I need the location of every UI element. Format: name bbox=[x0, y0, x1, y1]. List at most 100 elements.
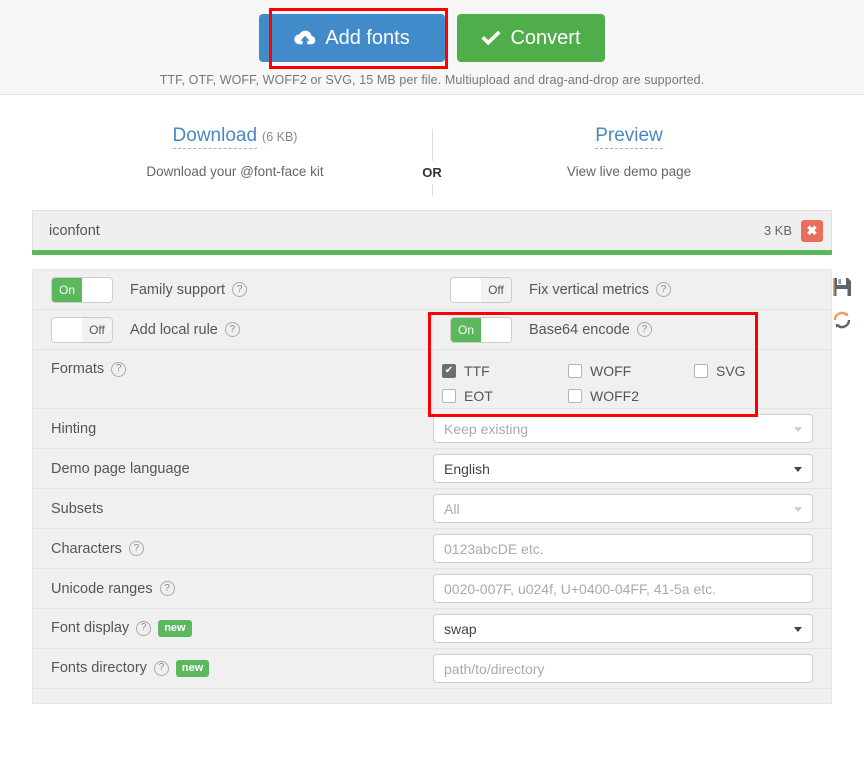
base64-encode-toggle[interactable]: On bbox=[450, 316, 512, 343]
base64-encode-toggle-off bbox=[481, 317, 511, 342]
toolbar-button-row: Add fonts Convert bbox=[0, 0, 864, 62]
format-checkbox-woff[interactable]: WOFF bbox=[568, 363, 694, 379]
help-icon[interactable]: ? bbox=[232, 282, 248, 297]
fonts-directory-label-text: Fonts directory bbox=[51, 660, 147, 677]
help-icon[interactable]: ? bbox=[656, 282, 672, 297]
checkbox-icon[interactable] bbox=[442, 388, 456, 403]
unicode-ranges-label: Unicode ranges ? bbox=[33, 581, 433, 597]
check-icon bbox=[481, 30, 502, 46]
download-column: Download (6 KB) Download your @font-face … bbox=[70, 125, 400, 179]
download-link[interactable]: Download bbox=[172, 125, 258, 149]
field-row-font-display: Font display ? new swap bbox=[33, 609, 831, 649]
add-local-rule-toggle-off: Off bbox=[82, 317, 112, 342]
help-icon[interactable]: ? bbox=[636, 322, 652, 337]
help-icon[interactable]: ? bbox=[136, 620, 152, 636]
checkbox-icon[interactable] bbox=[442, 363, 456, 378]
format-checkbox-woff2[interactable]: WOFF2 bbox=[568, 388, 694, 404]
convert-label: Convert bbox=[510, 27, 581, 49]
checkbox-icon[interactable] bbox=[694, 363, 708, 378]
preview-column: Preview View live demo page bbox=[464, 125, 794, 179]
demo-page-language-label: Demo page language bbox=[33, 461, 433, 477]
font-display-select[interactable]: swap bbox=[433, 614, 813, 643]
subsets-label-text: Subsets bbox=[51, 500, 104, 517]
hinting-select-value: Keep existing bbox=[444, 420, 529, 437]
result-actions: Download (6 KB) Download your @font-face … bbox=[0, 95, 864, 210]
format-checkbox-eot[interactable]: EOT bbox=[442, 388, 568, 404]
font-display-label-text: Font display bbox=[51, 620, 130, 637]
hinting-label-text: Hinting bbox=[51, 420, 97, 437]
demo-page-language-select-value: English bbox=[444, 460, 490, 477]
fix-vertical-metrics-toggle-on bbox=[451, 277, 481, 302]
file-size: 3 KB bbox=[763, 223, 792, 238]
convert-button[interactable]: Convert bbox=[457, 14, 605, 62]
format-checkbox-svg[interactable]: SVG bbox=[694, 363, 831, 379]
fix-vertical-metrics-cell: Off Fix vertical metrics ? bbox=[432, 270, 831, 309]
help-icon[interactable]: ? bbox=[224, 322, 240, 337]
checkbox-icon[interactable] bbox=[568, 363, 582, 378]
demo-page-language-control: English bbox=[433, 454, 831, 483]
fix-vertical-metrics-toggle[interactable]: Off bbox=[450, 276, 512, 303]
fonts-directory-label: Fonts directory ? new bbox=[33, 660, 433, 677]
field-row-hinting: Hinting Keep existing bbox=[33, 409, 831, 449]
download-size: (6 KB) bbox=[262, 130, 298, 144]
formats-checkbox-group: TTF WOFF SVG EOT WOFF2 bbox=[432, 350, 831, 408]
add-fonts-button[interactable]: Add fonts bbox=[259, 14, 445, 62]
family-support-toggle[interactable]: On bbox=[51, 276, 113, 303]
fix-vertical-metrics-label: Fix vertical metrics ? bbox=[529, 281, 672, 298]
format-label: WOFF2 bbox=[590, 387, 639, 404]
subsets-select-value: All bbox=[444, 500, 460, 517]
characters-input[interactable] bbox=[433, 534, 813, 563]
cloud-upload-icon bbox=[294, 29, 316, 47]
remove-file-icon[interactable]: ✖ bbox=[801, 219, 823, 242]
save-icon[interactable] bbox=[831, 276, 853, 298]
settings-row-1: On Family support ? Off Fix vertical met… bbox=[33, 270, 831, 310]
family-support-toggle-on: On bbox=[52, 277, 82, 302]
subsets-select[interactable]: All bbox=[433, 494, 813, 523]
add-local-rule-cell: Off Add local rule ? bbox=[33, 310, 432, 349]
format-label: SVG bbox=[716, 362, 746, 379]
unicode-ranges-input[interactable] bbox=[433, 574, 813, 603]
base64-encode-cell: On Base64 encode ? bbox=[432, 310, 831, 349]
formats-grid: TTF WOFF SVG EOT WOFF2 bbox=[442, 358, 831, 408]
add-local-rule-toggle[interactable]: Off bbox=[51, 316, 113, 343]
format-label: TTF bbox=[464, 362, 490, 379]
fonts-directory-input[interactable] bbox=[433, 654, 813, 683]
subsets-control: All bbox=[433, 494, 831, 523]
preview-subtitle: View live demo page bbox=[566, 164, 692, 179]
settings-side-actions bbox=[831, 276, 857, 331]
formats-label: Formats ? bbox=[51, 361, 432, 377]
characters-label-text: Characters bbox=[51, 540, 122, 557]
help-icon[interactable]: ? bbox=[159, 581, 175, 596]
file-name: iconfont bbox=[49, 222, 100, 239]
fix-vertical-metrics-label-text: Fix vertical metrics bbox=[529, 281, 650, 298]
formats-label-cell: Formats ? bbox=[33, 350, 432, 377]
preview-link[interactable]: Preview bbox=[595, 125, 663, 149]
upload-progress-bar bbox=[32, 250, 832, 255]
hinting-control: Keep existing bbox=[433, 414, 831, 443]
reset-icon[interactable] bbox=[831, 309, 853, 331]
chevron-down-icon bbox=[794, 506, 802, 512]
fonts-directory-control bbox=[433, 654, 831, 683]
upload-hint-text: TTF, OTF, WOFF, WOFF2 or SVG, 15 MB per … bbox=[159, 73, 705, 87]
hinting-select[interactable]: Keep existing bbox=[433, 414, 813, 443]
add-local-rule-label-text: Add local rule bbox=[130, 321, 218, 338]
fix-vertical-metrics-toggle-off: Off bbox=[481, 277, 511, 302]
help-icon[interactable]: ? bbox=[153, 660, 169, 676]
demo-page-language-select[interactable]: English bbox=[433, 454, 813, 483]
settings-panel: On Family support ? Off Fix vertical met… bbox=[32, 269, 851, 704]
top-toolbar: Add fonts Convert TTF, OTF, WOFF, WOFF2 … bbox=[0, 0, 864, 95]
chevron-down-icon bbox=[794, 426, 802, 432]
family-support-label: Family support ? bbox=[130, 282, 248, 298]
font-display-control: swap bbox=[433, 614, 831, 643]
field-row-demo-page-language: Demo page language English bbox=[33, 449, 831, 489]
base64-encode-label-text: Base64 encode bbox=[529, 321, 630, 338]
help-icon[interactable]: ? bbox=[111, 361, 127, 377]
font-display-label: Font display ? new bbox=[33, 620, 433, 637]
format-label: EOT bbox=[464, 387, 493, 404]
help-icon[interactable]: ? bbox=[128, 541, 144, 556]
hinting-label: Hinting bbox=[33, 421, 433, 437]
unicode-ranges-control bbox=[433, 574, 831, 603]
characters-control bbox=[433, 534, 831, 563]
format-checkbox-ttf[interactable]: TTF bbox=[442, 363, 568, 379]
checkbox-icon[interactable] bbox=[568, 388, 582, 403]
